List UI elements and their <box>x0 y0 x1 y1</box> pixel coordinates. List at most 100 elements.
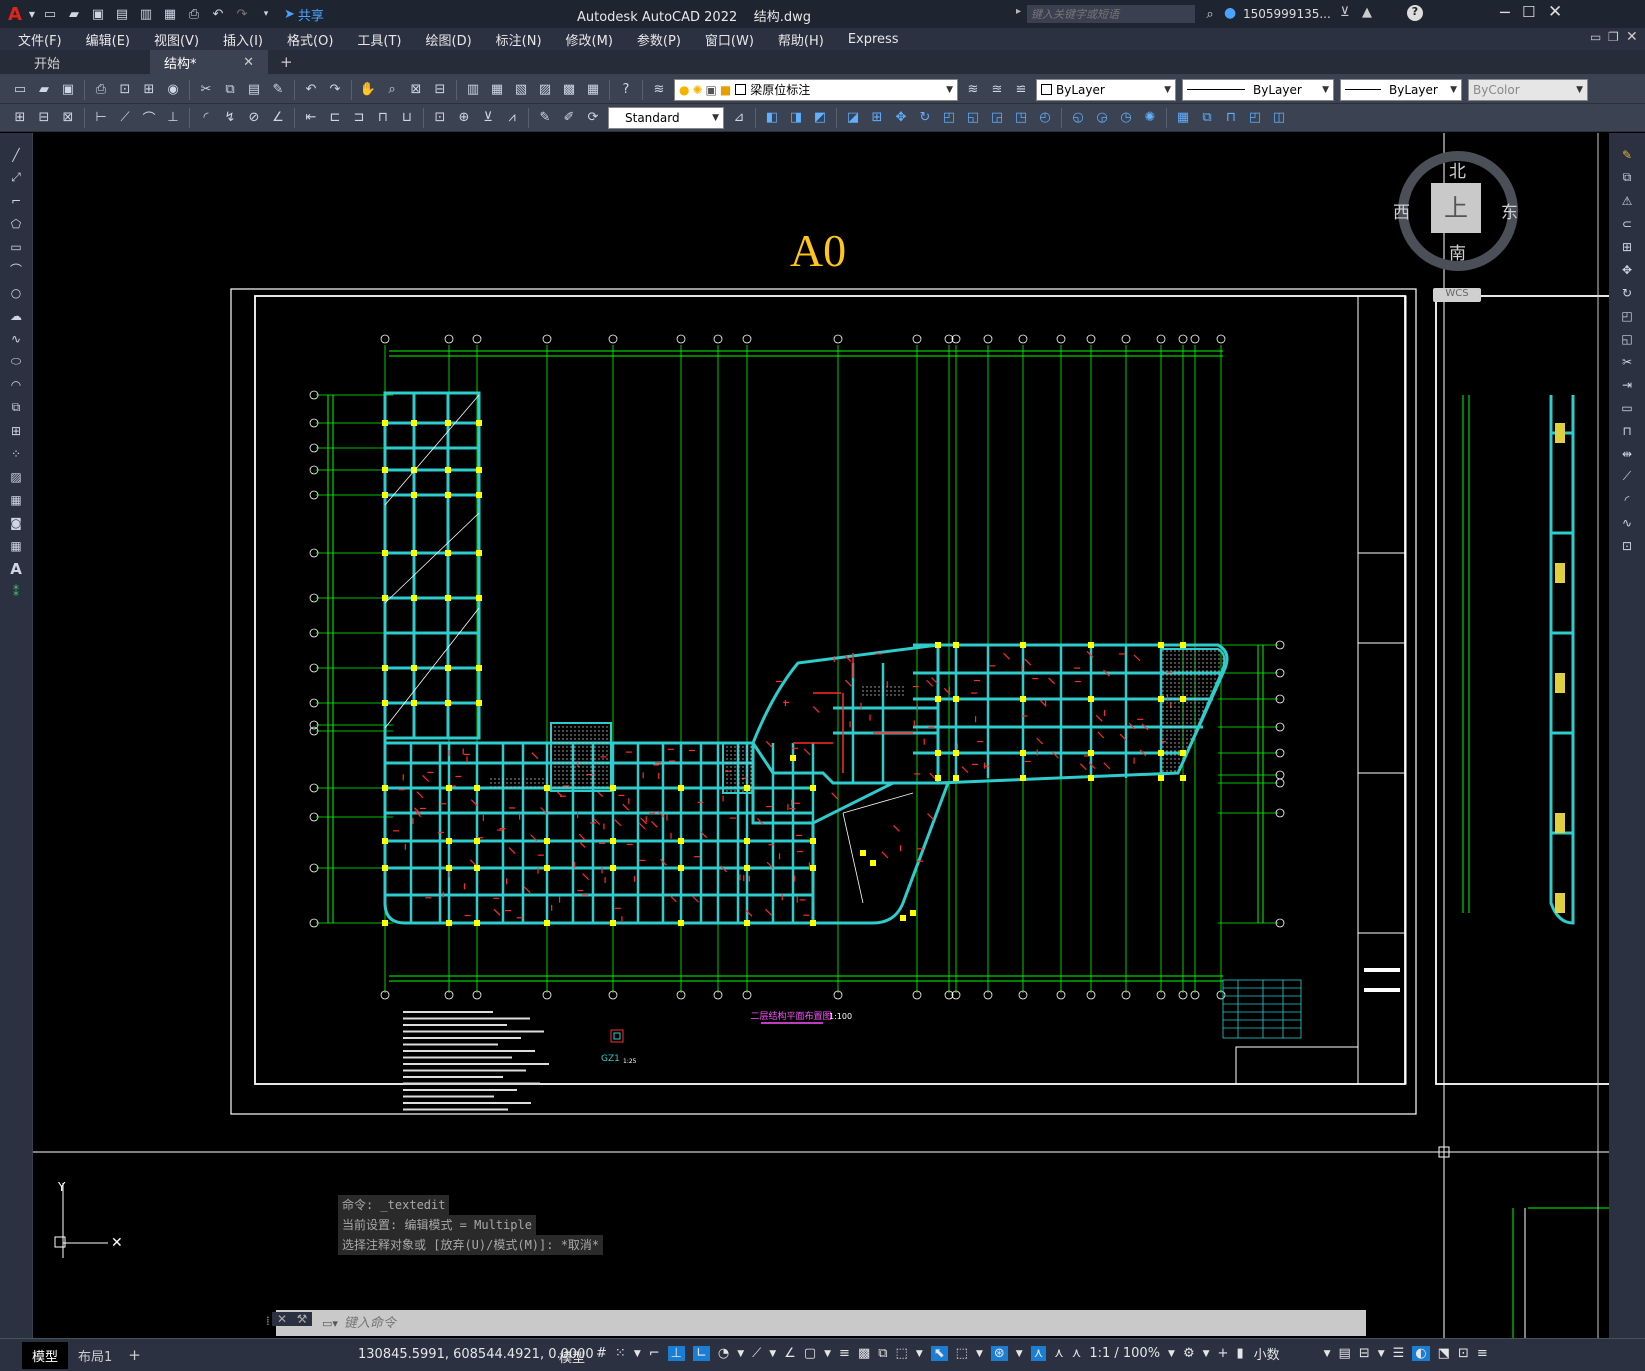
menu-view[interactable]: 视图(V) <box>142 30 211 49</box>
move-right-icon[interactable]: ✥ <box>1615 259 1639 280</box>
layer-previous-icon[interactable]: ≊ <box>986 79 1008 101</box>
undo-icon[interactable]: ↶ <box>207 3 229 25</box>
cmdline-close-icon[interactable]: ✕ <box>272 1312 292 1326</box>
lineweight-icon[interactable]: ≡ <box>839 1346 850 1361</box>
explode-right-icon[interactable]: ⊡ <box>1615 535 1639 556</box>
join-right-icon[interactable]: ⇹ <box>1615 443 1639 464</box>
isolate-objects-icon[interactable]: ☰ <box>1393 1346 1405 1361</box>
drawing-canvas[interactable]: A0 二层结构平面布置图 1:100 GZ1 1:25 Y ✕ 北 南 西 东 … <box>33 133 1609 1338</box>
autodesk-a360-icon[interactable]: ▲ <box>1362 5 1372 20</box>
make-block-icon[interactable]: ⊞ <box>4 420 28 441</box>
copy-icon[interactable]: ⧉ <box>219 79 241 101</box>
revcloud-icon[interactable]: ☁ <box>4 305 28 326</box>
viewcube-north[interactable]: 北 <box>1449 157 1466 182</box>
menu-parametric[interactable]: 参数(P) <box>625 30 693 49</box>
toolpalette-icon[interactable]: ▧ <box>510 79 532 101</box>
doc-minimize-button[interactable]: ▭ <box>1590 30 1601 44</box>
trim-right-icon[interactable]: ✂ <box>1615 351 1639 372</box>
matchprop-icon[interactable]: ✎ <box>267 79 289 101</box>
maximize-button[interactable]: ☐ <box>1522 3 1535 21</box>
mtext-icon[interactable]: A <box>4 558 28 579</box>
markup-icon[interactable]: ▩ <box>558 79 580 101</box>
menu-format[interactable]: 格式(O) <box>275 30 345 49</box>
quick-properties-icon[interactable]: ▤ <box>1339 1346 1351 1361</box>
help-icon[interactable]: ? <box>1407 5 1423 21</box>
menu-window[interactable]: 窗口(W) <box>693 30 766 49</box>
ellipse-icon[interactable]: ⬭ <box>4 351 28 372</box>
transparency-icon[interactable]: ▩ <box>858 1346 870 1361</box>
xline-icon[interactable]: ⤢ <box>4 167 28 188</box>
rotate-right-icon[interactable]: ↻ <box>1615 282 1639 303</box>
pedit-icon[interactable]: ◰ <box>1244 107 1266 129</box>
break-point-icon[interactable]: ▭ <box>1615 397 1639 418</box>
menu-express[interactable]: Express <box>836 32 911 47</box>
array-right-icon[interactable]: ⊞ <box>1615 236 1639 257</box>
dim-break-icon[interactable]: ⊔ <box>396 107 418 129</box>
menu-insert[interactable]: 插入(I) <box>211 30 275 49</box>
break-icon[interactable]: ◴ <box>1034 107 1056 129</box>
print-icon[interactable]: ⎙ <box>90 79 112 101</box>
redo-icon[interactable]: ↷ <box>231 3 253 25</box>
quick-dim-icon[interactable]: ⇤ <box>300 107 322 129</box>
chamfer-icon[interactable]: ◵ <box>1067 107 1089 129</box>
linetype-combo[interactable]: ByLayer ▼ <box>1182 78 1334 101</box>
qnew-icon[interactable]: ▭ <box>9 79 31 101</box>
scale-icon[interactable]: ◰ <box>938 107 960 129</box>
plotstyle-combo[interactable]: ByColor ▼ <box>1468 78 1588 101</box>
tab-close-icon[interactable]: ✕ <box>243 55 254 70</box>
selection-cycling-icon[interactable]: ⧉ <box>878 1346 887 1361</box>
preview-icon[interactable]: ⊡ <box>114 79 136 101</box>
point-icon[interactable]: ⁘ <box>4 443 28 464</box>
viewcube-top-face[interactable]: 上 <box>1431 183 1481 233</box>
command-input[interactable] <box>337 1312 1238 1334</box>
minimize-button[interactable]: ─ <box>1500 3 1510 22</box>
block-icon[interactable]: ▦ <box>1172 107 1194 129</box>
polar-icon[interactable]: ◔ <box>718 1346 729 1361</box>
3d-osnap-icon[interactable]: ⬚ <box>896 1346 908 1361</box>
open-web-icon[interactable]: ▥ <box>135 3 157 25</box>
cart-icon[interactable]: ⊻ <box>1340 5 1350 20</box>
move-icon[interactable]: ✥ <box>890 107 912 129</box>
open-file-icon[interactable]: ▰ <box>33 79 55 101</box>
multileader-style-icon[interactable]: ⊠ <box>57 107 79 129</box>
gradient-icon[interactable]: ▦ <box>4 489 28 510</box>
layer-combo[interactable]: ● ✺ ▣ ■ 梁原位标注 ▼ <box>674 78 958 101</box>
menu-tools[interactable]: 工具(T) <box>345 30 413 49</box>
gizmo-icon[interactable]: ⊛ <box>990 1346 1008 1361</box>
arc-icon[interactable]: ⌒ <box>4 259 28 280</box>
join-icon[interactable]: ⊓ <box>1220 107 1242 129</box>
scale-chevron-icon[interactable]: ▼ <box>1168 1349 1175 1359</box>
polygon-icon[interactable]: ⬠ <box>4 213 28 234</box>
dim-update-icon[interactable]: ⟳ <box>582 107 604 129</box>
menu-file[interactable]: 文件(F) <box>6 30 74 49</box>
viewcube-east[interactable]: 东 <box>1501 198 1518 223</box>
hatch-icon[interactable]: ▨ <box>4 466 28 487</box>
customize-icon[interactable]: ▾ <box>255 3 277 25</box>
dynamic-input-icon[interactable]: ⊥ <box>667 1346 685 1361</box>
break-right-icon[interactable]: ⊓ <box>1615 420 1639 441</box>
gizmo-chevron-icon[interactable]: ▼ <box>1016 1349 1023 1359</box>
plot-icon[interactable]: ⎙ <box>183 3 205 25</box>
line-icon[interactable]: ╱ <box>4 144 28 165</box>
chamfer-right-icon[interactable]: ⟋ <box>1615 466 1639 487</box>
menu-draw[interactable]: 绘图(D) <box>414 30 484 49</box>
fillet-icon[interactable]: ◶ <box>1091 107 1113 129</box>
layer-state-icon[interactable]: ≌ <box>1010 79 1032 101</box>
blend-icon[interactable]: ◷ <box>1115 107 1137 129</box>
wcs-menu[interactable]: WCS <box>1433 288 1481 302</box>
user-icon[interactable]: ● <box>1224 5 1236 21</box>
snap-icon[interactable]: ⁙ <box>615 1346 626 1361</box>
dim-ordinate-icon[interactable]: ⊥ <box>162 107 184 129</box>
layout-tab-layout1[interactable]: 布局1 <box>68 1342 122 1369</box>
layer-properties-icon[interactable]: ≋ <box>648 79 670 101</box>
text-style-icon[interactable]: ⊟ <box>33 107 55 129</box>
units-chevron-icon[interactable]: ▼ <box>1324 1349 1331 1359</box>
saveas-icon[interactable]: ▤ <box>111 3 133 25</box>
properties-icon[interactable]: ▥ <box>462 79 484 101</box>
rotate-icon[interactable]: ↻ <box>914 107 936 129</box>
dim-arc-icon[interactable]: ⌒ <box>138 107 160 129</box>
explode-icon[interactable]: ✺ <box>1139 107 1161 129</box>
sheetset-icon[interactable]: ▨ <box>534 79 556 101</box>
dim-linear-icon[interactable]: ⊢ <box>90 107 112 129</box>
blend-right-icon[interactable]: ∿ <box>1615 512 1639 533</box>
